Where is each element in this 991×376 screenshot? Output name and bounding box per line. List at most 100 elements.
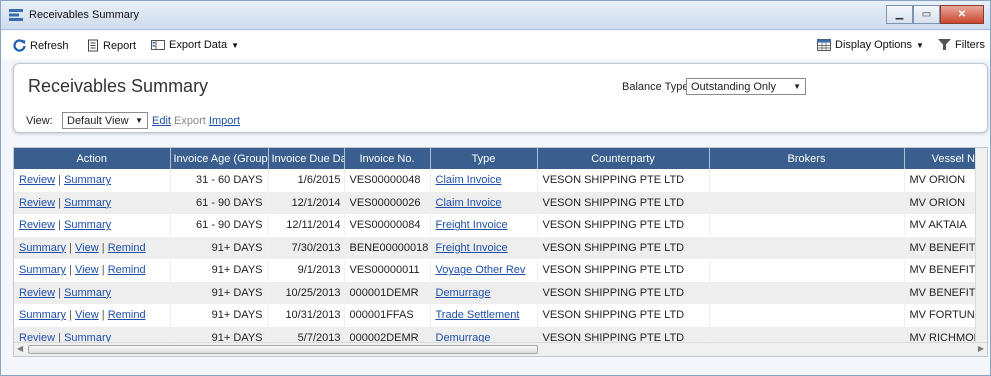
invoice-no-cell: BENE00000018 xyxy=(344,236,431,259)
type-link[interactable]: Trade Settlement xyxy=(436,309,520,321)
scroll-left-icon[interactable]: ◀ xyxy=(17,344,23,353)
view-select[interactable]: Default View ▼ xyxy=(62,112,148,129)
counterparty-cell: VESON SHIPPING PTE LTD xyxy=(537,236,710,259)
title-bar: Receivables Summary ▁ ▭ ✕ xyxy=(1,1,990,30)
action-link-review[interactable]: Review xyxy=(19,174,55,186)
report-label: Report xyxy=(103,39,137,52)
toolbar: Refresh Report Export Data ▼ Display Opt… xyxy=(1,31,990,59)
action-link-summary[interactable]: Summary xyxy=(19,242,66,254)
window-title: Receivables Summary xyxy=(29,9,140,21)
counterparty-cell: VESON SHIPPING PTE LTD xyxy=(537,281,710,304)
action-link-remind[interactable]: Remind xyxy=(108,242,146,254)
edit-view-link[interactable]: Edit xyxy=(152,115,171,127)
action-link-review[interactable]: Review xyxy=(19,287,55,299)
brokers-cell xyxy=(709,214,905,237)
receivables-summary-window: Receivables Summary ▁ ▭ ✕ Refresh Report xyxy=(0,0,991,376)
action-link-summary[interactable]: Summary xyxy=(64,174,111,186)
brokers-cell xyxy=(709,259,905,282)
balance-type-value: Outstanding Only xyxy=(691,80,776,93)
chevron-down-icon: ▼ xyxy=(916,40,924,50)
maximize-icon: ▭ xyxy=(921,9,932,20)
type-link[interactable]: Claim Invoice xyxy=(436,197,502,209)
chevron-down-icon: ▼ xyxy=(135,116,143,125)
minimize-button[interactable]: ▁ xyxy=(886,5,913,24)
horizontal-scrollbar[interactable]: ◀ ▶ xyxy=(14,342,987,356)
invoice-age-cell: 91+ DAYS xyxy=(170,236,269,259)
filters-button[interactable]: Filters xyxy=(938,39,985,51)
column-header-invoice-age-label: Invoice Age (Group) xyxy=(173,152,268,165)
scroll-right-icon[interactable]: ▶ xyxy=(978,344,984,353)
report-icon xyxy=(88,39,98,52)
close-icon: ✕ xyxy=(957,9,967,20)
type-link[interactable]: Freight Invoice xyxy=(436,219,508,231)
invoice-due-date-cell: 9/1/2013 xyxy=(268,259,345,282)
action-cell: Review | Summary xyxy=(14,191,171,214)
link-separator: | xyxy=(98,241,108,254)
table-row[interactable]: Review | Summary 91+ DAYS 10/25/2013 000001… xyxy=(14,281,987,304)
grid-header: Action Invoice Age (Group) ▲ Invoice Due… xyxy=(14,148,987,169)
balance-type-select[interactable]: Outstanding Only ▼ xyxy=(686,78,806,95)
import-view-link[interactable]: Import xyxy=(209,115,240,127)
invoice-age-cell: 91+ DAYS xyxy=(170,259,269,282)
invoice-no-cell: 000001FFAS xyxy=(344,304,431,327)
table-row[interactable]: Review | Summary 61 - 90 DAYS 12/11/2014 VE… xyxy=(14,214,987,237)
type-cell: Voyage Other Rev xyxy=(430,259,538,282)
action-link-summary[interactable]: Summary xyxy=(64,197,111,209)
brokers-cell xyxy=(709,169,905,192)
action-link-summary[interactable]: Summary xyxy=(64,287,111,299)
action-link-remind[interactable]: Remind xyxy=(108,309,146,321)
action-link-view[interactable]: View xyxy=(75,264,99,276)
export-data-button[interactable]: Export Data ▼ xyxy=(151,39,239,51)
column-header-invoice-no[interactable]: Invoice No. xyxy=(344,148,431,169)
display-options-button[interactable]: Display Options ▼ xyxy=(817,39,924,51)
refresh-icon xyxy=(13,39,26,52)
page-title: Receivables Summary xyxy=(28,76,209,96)
type-cell: Freight Invoice xyxy=(430,236,538,259)
link-separator: | xyxy=(55,196,65,209)
table-row[interactable]: Summary | View | Remind 91+ DAYS 10/31/201… xyxy=(14,304,987,327)
refresh-button[interactable]: Refresh xyxy=(13,39,69,52)
export-data-label: Export Data xyxy=(169,39,228,51)
action-link-review[interactable]: Review xyxy=(19,197,55,209)
type-link[interactable]: Demurrage xyxy=(436,287,491,299)
report-button[interactable]: Report xyxy=(87,39,136,52)
invoice-due-date-cell: 12/11/2014 xyxy=(268,214,345,237)
invoice-age-cell: 91+ DAYS xyxy=(170,281,269,304)
action-link-summary[interactable]: Summary xyxy=(19,264,66,276)
column-header-counterparty[interactable]: Counterparty xyxy=(537,148,710,169)
action-link-view[interactable]: View xyxy=(75,309,99,321)
column-header-action[interactable]: Action xyxy=(14,148,171,169)
maximize-button[interactable]: ▭ xyxy=(913,5,940,24)
invoice-no-cell: VES00000026 xyxy=(344,191,431,214)
invoice-due-date-cell: 1/6/2015 xyxy=(268,169,345,192)
column-header-type[interactable]: Type xyxy=(430,148,538,169)
table-row[interactable]: Review | Summary 31 - 60 DAYS 1/6/2015 VES0… xyxy=(14,169,987,192)
table-row[interactable]: Summary | View | Remind 91+ DAYS 9/1/2013 V… xyxy=(14,259,987,282)
type-link[interactable]: Freight Invoice xyxy=(436,242,508,254)
table-row[interactable]: Summary | View | Remind 91+ DAYS 7/30/2013… xyxy=(14,236,987,259)
vertical-scrollbar[interactable] xyxy=(975,148,987,344)
action-link-remind[interactable]: Remind xyxy=(108,264,146,276)
horizontal-scroll-thumb[interactable] xyxy=(28,345,538,354)
action-link-review[interactable]: Review xyxy=(19,219,55,231)
column-header-invoice-age[interactable]: Invoice Age (Group) ▲ xyxy=(170,148,269,169)
action-link-view[interactable]: View xyxy=(75,242,99,254)
link-separator: | xyxy=(98,264,108,277)
close-button[interactable]: ✕ xyxy=(940,5,984,24)
display-options-label: Display Options xyxy=(835,39,913,51)
export-view-link[interactable]: Export xyxy=(174,115,206,127)
action-link-summary[interactable]: Summary xyxy=(19,309,66,321)
type-link[interactable]: Claim Invoice xyxy=(436,174,502,186)
link-separator: | xyxy=(98,309,108,322)
column-header-brokers[interactable]: Brokers xyxy=(709,148,905,169)
type-link[interactable]: Voyage Other Rev xyxy=(436,264,526,276)
table-row[interactable]: Review | Summary 61 - 90 DAYS 12/1/2014 VES… xyxy=(14,191,987,214)
action-cell: Review | Summary xyxy=(14,281,171,304)
counterparty-cell: VESON SHIPPING PTE LTD xyxy=(537,259,710,282)
action-link-summary[interactable]: Summary xyxy=(64,219,111,231)
counterparty-cell: VESON SHIPPING PTE LTD xyxy=(537,214,710,237)
invoice-no-cell: 000001DEMR xyxy=(344,281,431,304)
action-cell: Review | Summary xyxy=(14,214,171,237)
column-header-invoice-due-date[interactable]: Invoice Due Date xyxy=(268,148,345,169)
brokers-cell xyxy=(709,281,905,304)
